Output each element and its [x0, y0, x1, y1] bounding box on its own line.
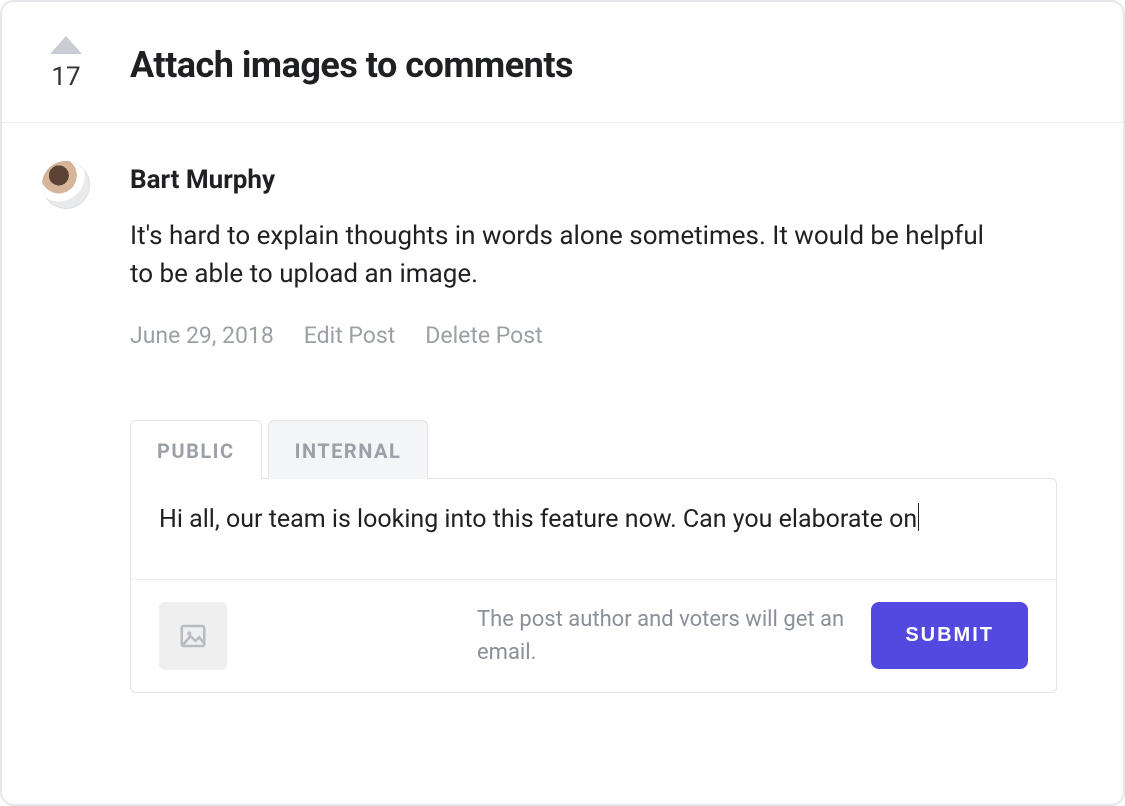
image-icon	[178, 621, 208, 651]
text-cursor	[918, 503, 919, 531]
notify-hint: The post author and voters will get an e…	[247, 603, 851, 669]
compose-box: Hi all, our team is looking into this fe…	[130, 478, 1057, 693]
comment-draft-text: Hi all, our team is looking into this fe…	[159, 505, 917, 534]
attach-image-button[interactable]	[159, 602, 227, 670]
delete-post-link[interactable]: Delete Post	[425, 322, 542, 349]
tab-public[interactable]: PUBLIC	[130, 420, 262, 479]
compose-footer: The post author and voters will get an e…	[131, 579, 1056, 692]
post-header: 17 Attach images to comments	[2, 2, 1123, 123]
tab-internal[interactable]: INTERNAL	[268, 420, 429, 479]
content-column: Bart Murphy It's hard to explain thought…	[130, 159, 1093, 693]
upvote-icon[interactable]	[50, 36, 82, 54]
edit-post-link[interactable]: Edit Post	[304, 322, 396, 349]
vote-column: 17	[2, 28, 130, 92]
author-avatar[interactable]	[42, 161, 90, 209]
comment-input[interactable]: Hi all, our team is looking into this fe…	[131, 479, 1056, 579]
post-date: June 29, 2018	[130, 322, 274, 349]
avatar-column	[2, 159, 130, 693]
compose-tabs: PUBLIC INTERNAL	[130, 419, 1057, 478]
post-body: Bart Murphy It's hard to explain thought…	[2, 123, 1123, 723]
vote-count: 17	[51, 62, 80, 92]
post-meta: June 29, 2018 Edit Post Delete Post	[130, 322, 1057, 349]
post-card: 17 Attach images to comments Bart Murphy…	[0, 0, 1125, 806]
submit-button[interactable]: SUBMIT	[871, 602, 1028, 669]
post-title: Attach images to comments	[130, 28, 573, 86]
author-name[interactable]: Bart Murphy	[130, 165, 1057, 195]
post-text: It's hard to explain thoughts in words a…	[130, 217, 1010, 294]
